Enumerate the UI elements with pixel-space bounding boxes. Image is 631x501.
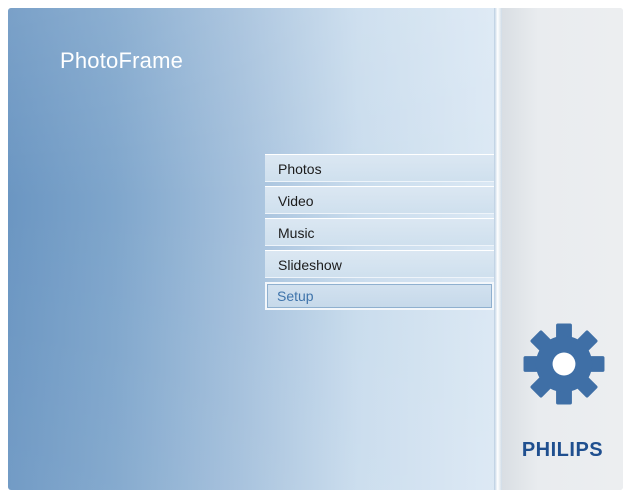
menu-item-label: Slideshow xyxy=(278,257,342,273)
menu-item-label: Music xyxy=(278,225,315,241)
philips-logo: PHILIPS xyxy=(521,439,604,461)
menu-item-photos[interactable]: Photos xyxy=(265,154,494,182)
menu-item-label: Setup xyxy=(277,288,314,304)
screen: PhotoFrame Photos Video Music Slideshow … xyxy=(8,8,623,490)
gear-icon xyxy=(523,323,605,405)
menu-item-music[interactable]: Music xyxy=(265,218,494,246)
menu-item-setup[interactable]: Setup xyxy=(265,282,494,310)
menu-item-label: Photos xyxy=(278,161,322,177)
app-title: PhotoFrame xyxy=(60,48,184,73)
main-menu: Photos Video Music Slideshow Setup xyxy=(265,154,494,314)
side-panel xyxy=(502,8,623,490)
menu-item-video[interactable]: Video xyxy=(265,186,494,214)
photoframe-window: PhotoFrame Photos Video Music Slideshow … xyxy=(0,0,631,501)
menu-item-slideshow[interactable]: Slideshow xyxy=(265,250,494,278)
panel-divider xyxy=(494,8,502,490)
menu-item-label: Video xyxy=(278,193,314,209)
